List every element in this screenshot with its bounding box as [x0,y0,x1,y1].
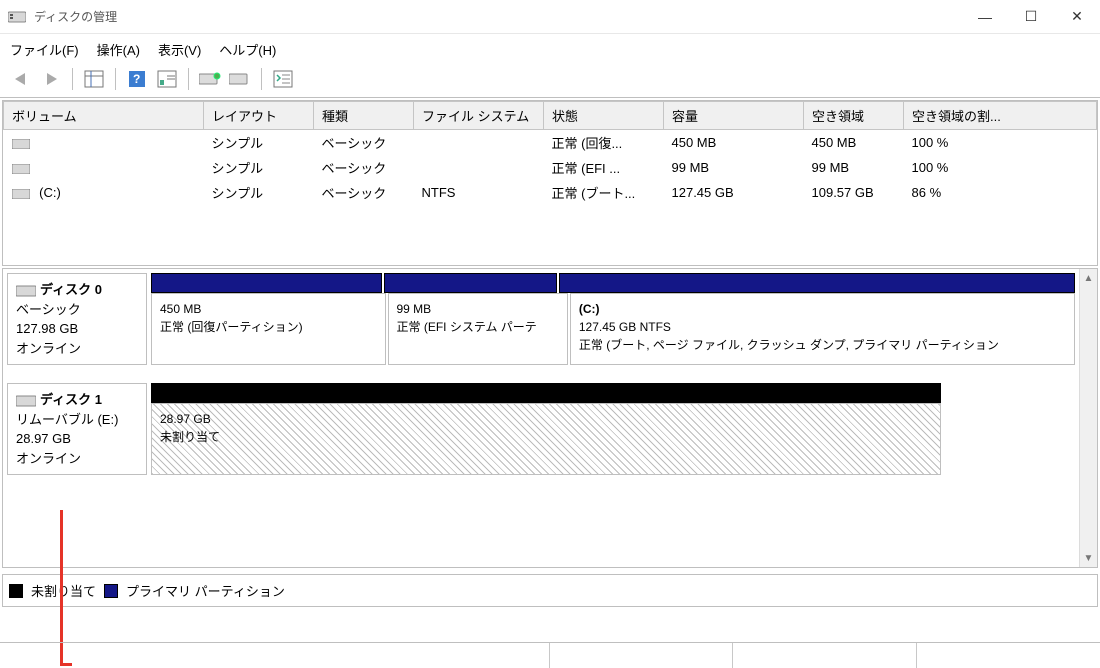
app-icon [8,10,26,24]
disk-state: オンライン [16,449,138,469]
toolbar: ? [0,65,1100,98]
back-button[interactable] [8,67,34,91]
table-row[interactable]: (C:) シンプル ベーシック NTFS 正常 (ブート... 127.45 G… [4,180,1097,205]
partition-desc: 未割り当て [160,428,932,446]
toolbar-disk2-icon[interactable] [227,67,253,91]
partition[interactable]: 99 MB 正常 (EFI システム パーテ [388,293,568,365]
scroll-up-icon[interactable]: ▲ [1080,269,1097,287]
partition-size: 99 MB [397,300,559,318]
svg-text:?: ? [133,72,140,86]
close-button[interactable]: ✕ [1054,2,1100,32]
partition-desc: 正常 (回復パーティション) [160,318,377,336]
disk-info[interactable]: ディスク 0 ベーシック 127.98 GB オンライン [7,273,147,365]
minimize-button[interactable]: — [962,2,1008,32]
col-type[interactable]: 種類 [314,102,414,130]
col-capacity[interactable]: 容量 [664,102,804,130]
cell-type: ベーシック [314,180,414,205]
disk-capacity: 127.98 GB [16,319,138,339]
menu-view[interactable]: 表示(V) [158,40,201,59]
cell-type: ベーシック [314,155,414,180]
partition-size: 28.97 GB [160,410,932,428]
cell-layout: シンプル [204,130,314,156]
volume-table: ボリューム レイアウト 種類 ファイル システム 状態 容量 空き領域 空き領域… [2,100,1098,266]
partition-header [151,383,941,403]
cell-status: 正常 (ブート... [544,180,664,205]
partition-header [384,273,557,293]
col-pctfree[interactable]: 空き領域の割... [904,102,1097,130]
cell-status: 正常 (回復... [544,130,664,156]
toolbar-window-icon[interactable] [154,67,180,91]
legend-swatch-primary [104,584,118,598]
disk-icon [12,189,30,199]
cell-free: 450 MB [804,130,904,156]
partition-size: 450 MB [160,300,377,318]
disk-icon [16,285,36,297]
cell-free: 99 MB [804,155,904,180]
table-row[interactable]: シンプル ベーシック 正常 (EFI ... 99 MB 99 MB 100 % [4,155,1097,180]
forward-button[interactable] [38,67,64,91]
disk-name: ディスク 0 [40,282,102,297]
scroll-down-icon[interactable]: ▼ [1080,549,1097,567]
disk-state: オンライン [16,339,138,359]
partition-size: 127.45 GB NTFS [579,318,1066,336]
cell-pct: 100 % [904,155,1097,180]
cell-fs [414,130,544,156]
partition[interactable]: (C:) 127.45 GB NTFS 正常 (ブート, ページ ファイル, ク… [570,293,1075,365]
toolbar-list-icon[interactable] [270,67,296,91]
disk-icon [16,395,36,407]
disk-info[interactable]: ディスク 1 リムーバブル (E:) 28.97 GB オンライン [7,383,147,475]
cell-layout: シンプル [204,180,314,205]
col-status[interactable]: 状態 [544,102,664,130]
cell-pct: 86 % [904,180,1097,205]
col-volume[interactable]: ボリューム [4,102,204,130]
cell-layout: シンプル [204,155,314,180]
partition-header [559,273,1075,293]
cell-capacity: 127.45 GB [664,180,804,205]
partition-header [151,273,382,293]
partition[interactable]: 450 MB 正常 (回復パーティション) [151,293,386,365]
cell-fs: NTFS [414,180,544,205]
maximize-button[interactable]: ☐ [1008,2,1054,32]
menubar: ファイル(F) 操作(A) 表示(V) ヘルプ(H) [0,34,1100,65]
window-title: ディスクの管理 [34,8,962,25]
disk-name: ディスク 1 [40,392,102,407]
menu-file[interactable]: ファイル(F) [10,40,79,59]
legend: 未割り当て プライマリ パーティション [2,574,1098,607]
disk-row: ディスク 0 ベーシック 127.98 GB オンライン 450 MB 正常 (… [3,269,1079,369]
col-layout[interactable]: レイアウト [204,102,314,130]
disk-row: ディスク 1 リムーバブル (E:) 28.97 GB オンライン 28.97 … [3,379,1079,479]
titlebar: ディスクの管理 — ☐ ✕ [0,0,1100,34]
disk-type: リムーバブル (E:) [16,410,138,430]
cell-type: ベーシック [314,130,414,156]
cell-status: 正常 (EFI ... [544,155,664,180]
legend-primary: プライマリ パーティション [126,581,285,600]
table-row[interactable]: シンプル ベーシック 正常 (回復... 450 MB 450 MB 100 % [4,130,1097,156]
toolbar-grid-icon[interactable] [81,67,107,91]
col-filesystem[interactable]: ファイル システム [414,102,544,130]
disk-capacity: 28.97 GB [16,429,138,449]
cell-capacity: 450 MB [664,130,804,156]
cell-fs [414,155,544,180]
disk-icon [12,139,30,149]
partition-title: (C:) [579,300,1066,318]
cell-capacity: 99 MB [664,155,804,180]
toolbar-disk-icon[interactable] [197,67,223,91]
disk-graphical-view: ディスク 0 ベーシック 127.98 GB オンライン 450 MB 正常 (… [2,268,1098,568]
table-header-row: ボリューム レイアウト 種類 ファイル システム 状態 容量 空き領域 空き領域… [4,102,1097,130]
partition-desc: 正常 (EFI システム パーテ [397,318,559,336]
cell-name: (C:) [39,185,61,200]
partition-unallocated[interactable]: 28.97 GB 未割り当て [151,403,941,475]
col-free[interactable]: 空き領域 [804,102,904,130]
partition-desc: 正常 (ブート, ページ ファイル, クラッシュ ダンプ, プライマリ パーティ… [579,336,1066,354]
menu-help[interactable]: ヘルプ(H) [219,40,276,59]
cell-free: 109.57 GB [804,180,904,205]
help-button[interactable]: ? [124,67,150,91]
scrollbar[interactable]: ▲ ▼ [1079,269,1097,567]
menu-action[interactable]: 操作(A) [97,40,140,59]
disk-icon [12,164,30,174]
disk-type: ベーシック [16,300,138,320]
cell-pct: 100 % [904,130,1097,156]
statusbar [0,642,1100,668]
legend-swatch-unallocated [9,584,23,598]
